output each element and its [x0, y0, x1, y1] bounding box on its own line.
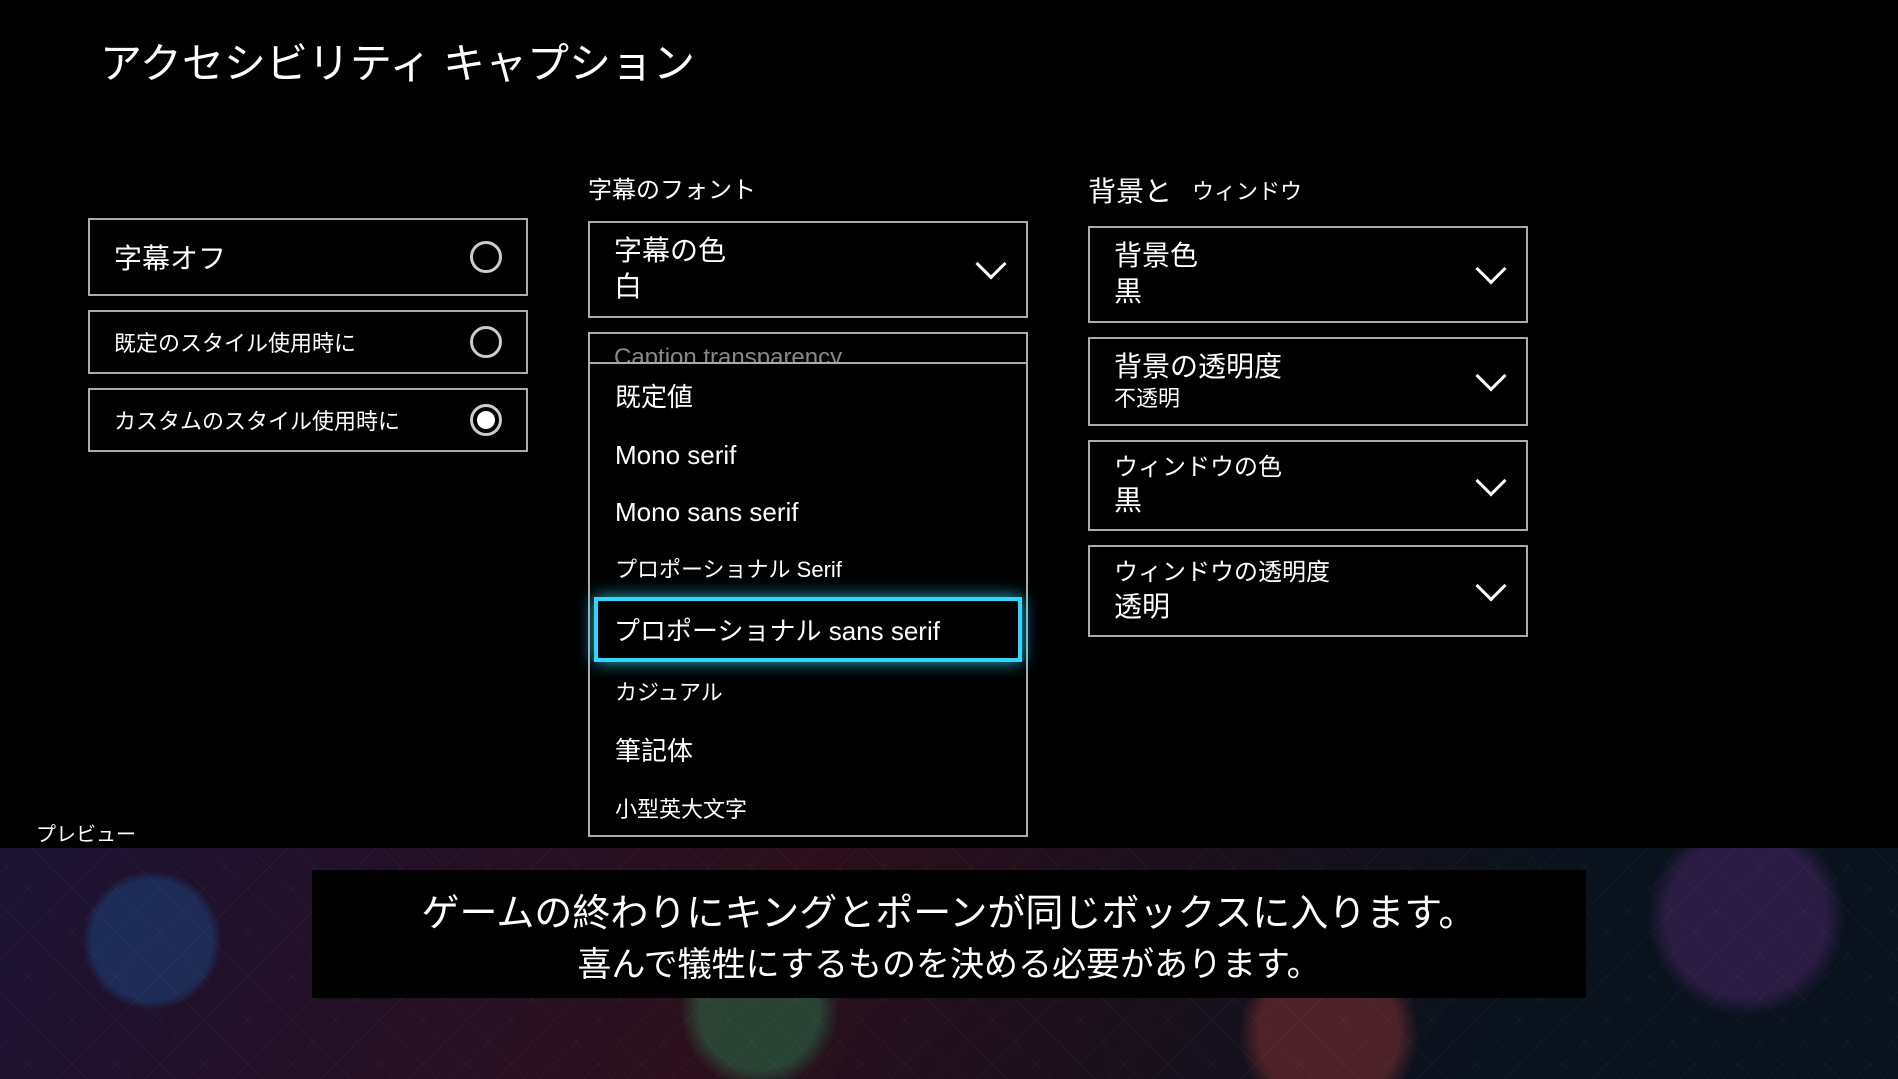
caption-default-style-option[interactable]: 既定のスタイル使用時に: [88, 310, 528, 374]
caption-mode-group: 字幕オフ 既定のスタイル使用時に カスタムのスタイル使用時に: [88, 218, 528, 837]
caption-custom-style-label: カスタムのスタイル使用時に: [114, 404, 400, 436]
font-option-mono-serif[interactable]: Mono serif: [590, 427, 1026, 484]
background-color-value: 黒: [1114, 274, 1198, 310]
caption-color-value: 白: [614, 269, 726, 305]
window-transparency-value: 透明: [1114, 589, 1330, 625]
background-color-dropdown[interactable]: 背景色 黒: [1088, 226, 1528, 323]
font-option-prop-sans[interactable]: プロポーショナル sans serif: [594, 597, 1022, 662]
window-transparency-title: ウィンドウの透明度: [1114, 557, 1330, 588]
page-title: アクセシビリティ キャプション: [100, 30, 695, 91]
radio-icon: [470, 326, 502, 358]
background-section-title: 背景と: [1088, 170, 1172, 210]
caption-preview-line-2: 喜んで犠牲にするものを決める必要があります。: [332, 937, 1566, 986]
caption-off-label: 字幕オフ: [114, 237, 226, 277]
window-section-subtitle: ウィンドウ: [1192, 174, 1302, 206]
font-option-small-caps[interactable]: 小型英大文字: [590, 781, 1026, 835]
font-option-prop-serif[interactable]: プロポーショナル Serif: [590, 541, 1026, 595]
caption-default-style-label: 既定のスタイル使用時に: [114, 326, 356, 358]
background-transparency-title: 背景の透明度: [1114, 349, 1282, 385]
font-option-cursive[interactable]: 筆記体: [590, 718, 1026, 781]
background-transparency-value: 不透明: [1114, 385, 1282, 414]
caption-off-option[interactable]: 字幕オフ: [88, 218, 528, 296]
caption-preview-box: ゲームの終わりにキングとポーンが同じボックスに入ります。 喜んで犠牲にするものを…: [312, 870, 1586, 998]
window-color-title: ウィンドウの色: [1114, 452, 1282, 483]
caption-custom-style-option[interactable]: カスタムのスタイル使用時に: [88, 388, 528, 452]
chevron-down-icon: [1475, 254, 1506, 285]
caption-transparency-dropdown-obscured[interactable]: Caption transparency: [588, 332, 1028, 362]
window-color-value: 黒: [1114, 483, 1282, 519]
chevron-down-icon: [975, 249, 1006, 280]
chevron-down-icon: [1475, 571, 1506, 602]
window-transparency-dropdown[interactable]: ウィンドウの透明度 透明: [1088, 545, 1528, 637]
chevron-down-icon: [1475, 361, 1506, 392]
font-section-title: 字幕のフォント: [588, 170, 756, 205]
font-option-default[interactable]: 既定値: [590, 364, 1026, 427]
caption-preview-line-1: ゲームの終わりにキングとポーンが同じボックスに入ります。: [332, 882, 1566, 937]
caption-transparency-title: Caption transparency: [614, 344, 842, 362]
caption-font-menu: 既定値 Mono serif Mono sans serif プロポーショナル …: [588, 362, 1028, 837]
background-section-header: 背景と ウィンドウ: [1088, 170, 1528, 210]
caption-color-title: 字幕の色: [614, 233, 726, 269]
preview-area: ゲームの終わりにキングとポーンが同じボックスに入ります。 喜んで犠牲にするものを…: [0, 848, 1898, 1079]
window-color-dropdown[interactable]: ウィンドウの色 黒: [1088, 440, 1528, 532]
font-option-mono-sans[interactable]: Mono sans serif: [590, 484, 1026, 541]
font-section-header: 字幕のフォント: [588, 170, 1028, 205]
background-color-title: 背景色: [1114, 238, 1198, 274]
radio-icon: [470, 404, 502, 436]
caption-color-dropdown[interactable]: 字幕の色 白: [588, 221, 1028, 318]
radio-icon: [470, 241, 502, 273]
preview-label: プレビュー: [36, 818, 136, 847]
chevron-down-icon: [1475, 465, 1506, 496]
background-transparency-dropdown[interactable]: 背景の透明度 不透明: [1088, 337, 1528, 426]
font-option-casual[interactable]: カジュアル: [590, 664, 1026, 718]
